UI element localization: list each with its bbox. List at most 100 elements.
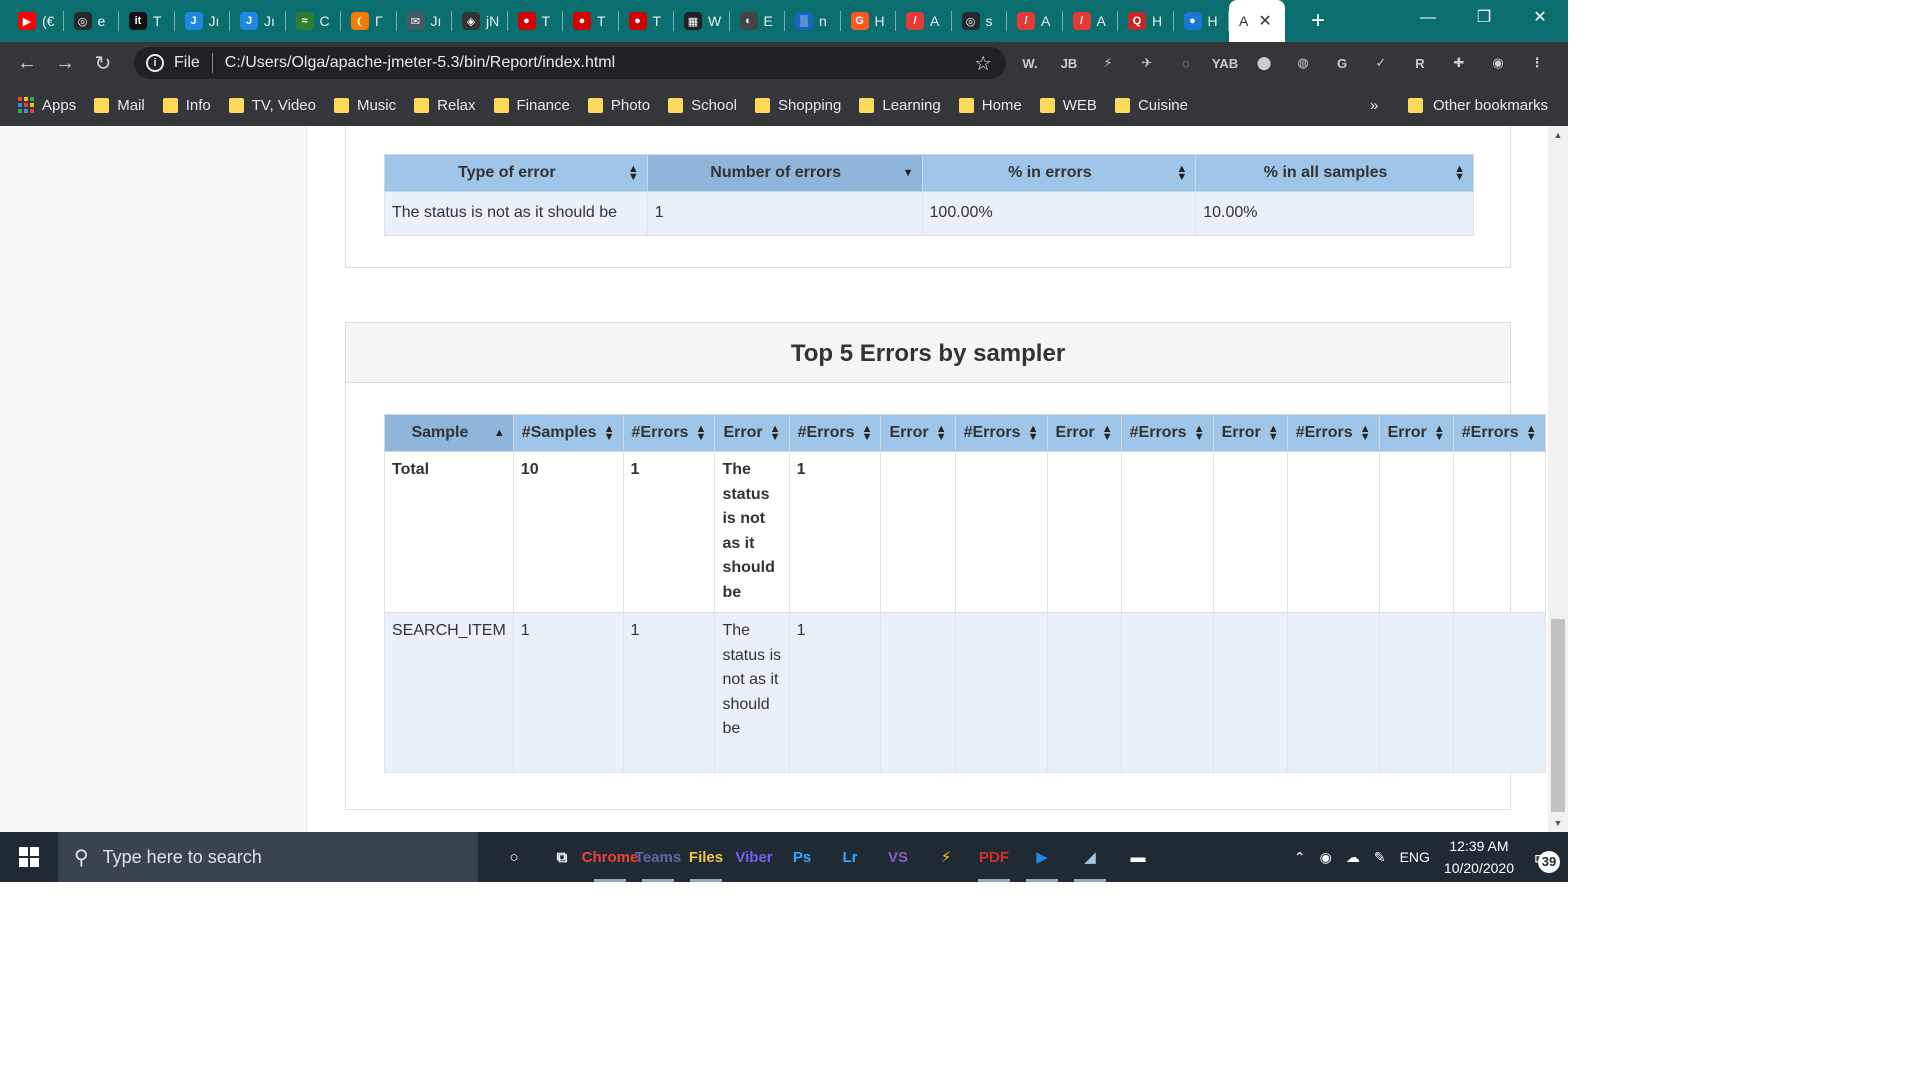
language-indicator[interactable]: ENG bbox=[1400, 849, 1430, 865]
taskbar-app-icon[interactable]: ▶ bbox=[1018, 832, 1066, 882]
bookmark-folder[interactable]: TV, Video bbox=[228, 97, 316, 114]
bookmark-folder[interactable]: Relax bbox=[414, 97, 476, 114]
extension-icon[interactable]: G bbox=[1328, 49, 1356, 77]
close-window-button[interactable]: ✕ bbox=[1512, 0, 1568, 36]
browser-tab[interactable]: ● T bbox=[619, 0, 675, 42]
column-header[interactable]: #Errors ▲ ▼ bbox=[788, 414, 882, 452]
other-bookmarks[interactable]: Other bookmarks bbox=[1408, 97, 1548, 114]
browser-tab[interactable]: ✉ Jı bbox=[397, 0, 453, 42]
column-header[interactable]: Number of errors ▼ bbox=[646, 154, 923, 192]
tray-overflow-icon[interactable]: ⌃ bbox=[1294, 849, 1306, 866]
extension-icon[interactable]: ⚡ bbox=[1094, 49, 1122, 77]
close-tab-icon[interactable]: ✕ bbox=[1258, 11, 1271, 31]
reload-button[interactable]: ↻ bbox=[84, 51, 122, 76]
bookmark-folder[interactable]: Music bbox=[333, 97, 396, 114]
forward-button[interactable]: → bbox=[46, 52, 84, 75]
column-header[interactable]: % in errors ▲ ▼ bbox=[921, 154, 1197, 192]
bookmark-folder[interactable]: Home bbox=[958, 97, 1022, 114]
taskbar-app-icon[interactable]: Files bbox=[682, 832, 730, 882]
site-info-icon[interactable]: i bbox=[146, 54, 164, 72]
extension-icon[interactable]: ⬤ bbox=[1250, 49, 1278, 77]
scroll-up-arrow-icon[interactable]: ▲ bbox=[1548, 130, 1568, 140]
extension-icon[interactable]: ◍ bbox=[1289, 49, 1317, 77]
extension-icon[interactable]: W. bbox=[1016, 49, 1044, 77]
bookmark-folder[interactable]: WEB bbox=[1039, 97, 1097, 114]
bookmark-folder[interactable]: Learning bbox=[859, 97, 941, 114]
start-button[interactable] bbox=[0, 832, 58, 882]
bookmark-folder[interactable]: Finance bbox=[493, 97, 570, 114]
browser-tab[interactable]: ● H bbox=[1174, 0, 1230, 42]
taskbar-app-icon[interactable]: Teams bbox=[634, 832, 682, 882]
extension-icon[interactable]: ◉ bbox=[1484, 49, 1512, 77]
taskbar-app-icon[interactable]: Lr bbox=[826, 832, 874, 882]
browser-tab[interactable]: ≈ C bbox=[286, 0, 342, 42]
browser-tab[interactable]: J Jı bbox=[175, 0, 231, 42]
bookmark-star-icon[interactable]: ☆ bbox=[974, 51, 992, 76]
browser-tab[interactable]: / A bbox=[1063, 0, 1119, 42]
scroll-down-arrow-icon[interactable]: ▼ bbox=[1548, 818, 1568, 828]
column-header[interactable]: #Errors ▲ ▼ bbox=[1452, 414, 1546, 452]
browser-tab[interactable]: ◐ E bbox=[730, 0, 786, 42]
scrollbar-thumb[interactable] bbox=[1551, 619, 1565, 812]
column-header[interactable]: Error ▲ ▼ bbox=[1212, 414, 1288, 452]
taskbar-search[interactable]: ⚲ Type here to search bbox=[58, 832, 478, 882]
browser-tab[interactable]: ● T bbox=[563, 0, 619, 42]
address-bar[interactable]: i File C:/Users/Olga/apache-jmeter-5.3/b… bbox=[134, 47, 1006, 79]
bookmark-folder[interactable]: School bbox=[668, 97, 737, 114]
bookmark-folder[interactable]: Mail bbox=[94, 97, 145, 114]
column-header[interactable]: Error ▲ ▼ bbox=[1378, 414, 1454, 452]
taskbar-app-icon[interactable]: ○ bbox=[490, 832, 538, 882]
notification-center-button[interactable]: ▭ 39 bbox=[1528, 845, 1560, 873]
taskbar-app-icon[interactable]: Ps bbox=[778, 832, 826, 882]
column-header[interactable]: Sample ▲ bbox=[384, 414, 514, 452]
browser-tab[interactable]: ❨ Γ bbox=[341, 0, 397, 42]
extension-icon[interactable]: ✈ bbox=[1133, 49, 1161, 77]
extension-icon[interactable]: R bbox=[1406, 49, 1434, 77]
active-tab[interactable]: A ✕ bbox=[1229, 0, 1285, 42]
browser-tab[interactable]: ● T bbox=[508, 0, 564, 42]
taskbar-app-icon[interactable]: ⚡ bbox=[922, 832, 970, 882]
browser-tab[interactable]: ◎ s bbox=[952, 0, 1008, 42]
taskbar-app-icon[interactable]: Viber bbox=[730, 832, 778, 882]
column-header[interactable]: Type of error ▲ ▼ bbox=[384, 154, 648, 192]
extension-icon[interactable]: JB bbox=[1055, 49, 1083, 77]
clock[interactable]: 12:39 AM 10/20/2020 bbox=[1444, 835, 1514, 879]
taskbar-app-icon[interactable]: ◢ bbox=[1066, 832, 1114, 882]
column-header[interactable]: Error ▲ ▼ bbox=[714, 414, 790, 452]
column-header[interactable]: #Samples ▲ ▼ bbox=[512, 414, 624, 452]
browser-tab[interactable]: J Jı bbox=[230, 0, 286, 42]
taskbar-app-icon[interactable]: VS bbox=[874, 832, 922, 882]
column-header[interactable]: #Errors ▲ ▼ bbox=[1120, 414, 1214, 452]
bookmark-folder[interactable]: Cuisine bbox=[1114, 97, 1188, 114]
column-header[interactable]: #Errors ▲ ▼ bbox=[622, 414, 716, 452]
extension-icon[interactable]: ◌ bbox=[1172, 49, 1200, 77]
browser-tab[interactable]: ▶ (€ bbox=[8, 0, 64, 42]
onedrive-icon[interactable]: ☁ bbox=[1346, 849, 1360, 866]
taskbar-app-icon[interactable]: ⧉ bbox=[538, 832, 586, 882]
taskbar-app-icon[interactable]: Chrome bbox=[582, 832, 638, 882]
extension-icon[interactable]: ✓ bbox=[1367, 49, 1395, 77]
extension-icon[interactable]: ✚ bbox=[1445, 49, 1473, 77]
taskbar-app-icon[interactable]: PDF bbox=[970, 832, 1018, 882]
browser-tab[interactable]: / A bbox=[1007, 0, 1063, 42]
browser-tab[interactable]: ▒ n bbox=[785, 0, 841, 42]
bookmark-folder[interactable]: Info bbox=[162, 97, 211, 114]
bookmarks-overflow-button[interactable]: » bbox=[1370, 97, 1378, 114]
browser-tab[interactable]: GH bbox=[841, 0, 897, 42]
browser-tab[interactable]: QH bbox=[1118, 0, 1174, 42]
viber-tray-icon[interactable]: ◉ bbox=[1320, 849, 1332, 866]
url-text[interactable]: C:/Users/Olga/apache-jmeter-5.3/bin/Repo… bbox=[225, 54, 615, 72]
back-button[interactable]: ← bbox=[8, 52, 46, 75]
bookmark-folder[interactable]: Shopping bbox=[754, 97, 841, 114]
column-header[interactable]: Error ▲ ▼ bbox=[880, 414, 956, 452]
browser-tab[interactable]: / A bbox=[896, 0, 952, 42]
browser-tab[interactable]: ▦ W bbox=[674, 0, 730, 42]
browser-tab[interactable]: it T bbox=[119, 0, 175, 42]
column-header[interactable]: #Errors ▲ ▼ bbox=[954, 414, 1048, 452]
page-scrollbar[interactable]: ▲ ▼ bbox=[1548, 126, 1568, 832]
browser-tab[interactable]: ◎ e bbox=[64, 0, 120, 42]
extension-icon[interactable]: ⋮ bbox=[1523, 49, 1551, 77]
taskbar-app-icon[interactable]: ▬ bbox=[1114, 832, 1162, 882]
browser-tab[interactable]: ◈ jN bbox=[452, 0, 508, 42]
column-header[interactable]: % in all samples ▲ ▼ bbox=[1195, 154, 1474, 192]
